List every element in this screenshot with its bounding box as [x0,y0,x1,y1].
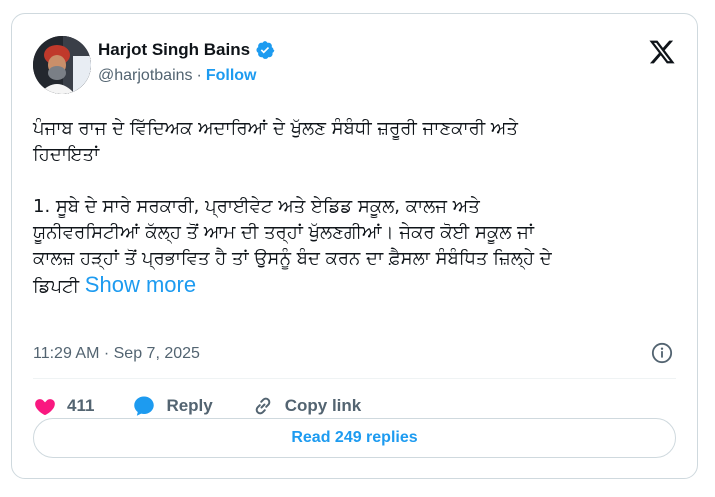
reply-label: Reply [166,396,213,415]
read-replies-button[interactable]: Read 249 replies [33,418,676,458]
reply-button[interactable]: Reply [132,394,213,418]
like-button[interactable]: 411 [33,394,94,418]
tweet-timestamp[interactable]: 11:29 AM · Sep 7, 2025 [33,345,200,363]
heart-icon [35,399,55,416]
x-logo-icon[interactable] [647,38,677,66]
avatar[interactable] [33,36,91,94]
author-handle-row: @harjotbains · Follow [98,67,257,85]
read-replies-label: Read 249 replies [291,429,418,446]
author-handle[interactable]: @harjotbains [98,67,193,85]
show-more-link[interactable]: Show more [85,272,196,297]
like-count: 411 [67,396,95,415]
verified-badge-icon [255,40,275,60]
tweet-body: ਪੰਜਾਬ ਰਾਜ ਦੇ ਵਿੱਦਿਅਕ ਅਦਾਰਿਆਂ ਦੇ ਖੁੱਲਣ ਸੰ… [33,118,552,297]
author-name-row: Harjot Singh Bains [98,40,275,60]
copy-link-label: Copy link [284,396,362,415]
follow-button[interactable]: Follow [206,67,257,85]
author-name[interactable]: Harjot Singh Bains [98,40,250,60]
copy-link-button[interactable]: Copy link [251,394,362,418]
tweet-card: Harjot Singh Bains @harjotbains · Follow… [11,13,698,479]
tweet-text: ਪੰਜਾਬ ਰਾਜ ਦੇ ਵਿੱਦਿਅਕ ਅਦਾਰਿਆਂ ਦੇ ਖੁੱਲਣ ਸੰ… [33,116,673,300]
handle-separator: · [196,67,202,84]
link-icon [255,397,271,415]
speech-bubble-icon [134,396,155,416]
avatar-image [33,36,91,94]
divider [33,378,676,379]
info-icon[interactable] [651,342,673,364]
